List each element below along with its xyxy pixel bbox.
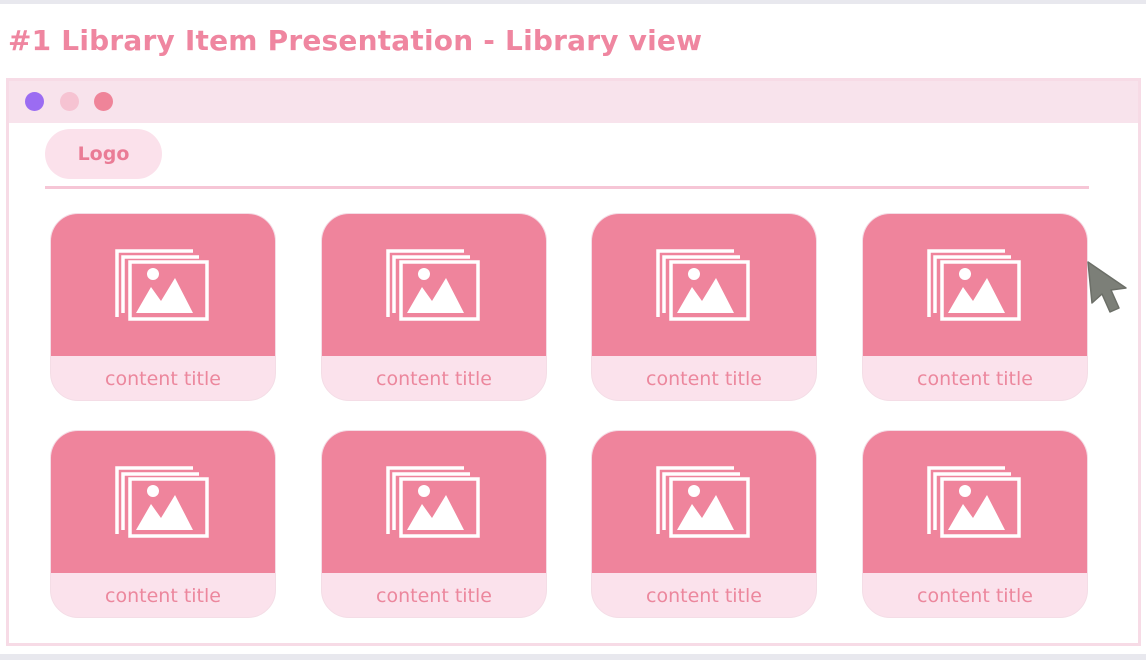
card-thumbnail bbox=[322, 431, 546, 573]
card-title: content title bbox=[105, 585, 221, 607]
card-title: content title bbox=[376, 585, 492, 607]
card-title: content title bbox=[105, 368, 221, 390]
image-gallery-icon bbox=[656, 249, 750, 321]
card-thumbnail bbox=[51, 431, 275, 573]
library-item-card[interactable]: content title bbox=[862, 213, 1088, 401]
library-item-card[interactable]: content title bbox=[862, 430, 1088, 618]
header-divider bbox=[45, 186, 1089, 189]
window-maximize-dot[interactable] bbox=[94, 92, 113, 111]
browser-window: Logo content title content title content t… bbox=[6, 78, 1141, 646]
card-thumbnail bbox=[592, 431, 816, 573]
image-gallery-icon bbox=[386, 466, 480, 538]
image-gallery-icon bbox=[115, 249, 209, 321]
window-close-dot[interactable] bbox=[25, 92, 44, 111]
mouse-cursor-icon bbox=[1087, 261, 1127, 313]
card-title: content title bbox=[917, 368, 1033, 390]
library-item-card[interactable]: content title bbox=[50, 213, 276, 401]
logo[interactable]: Logo bbox=[45, 129, 162, 179]
library-item-card[interactable]: content title bbox=[591, 430, 817, 618]
image-gallery-icon bbox=[656, 466, 750, 538]
card-thumbnail bbox=[592, 214, 816, 356]
card-thumbnail bbox=[863, 431, 1087, 573]
card-thumbnail bbox=[51, 214, 275, 356]
image-gallery-icon bbox=[927, 466, 1021, 538]
canvas: #1 Library Item Presentation - Library v… bbox=[0, 0, 1146, 660]
page-heading: #1 Library Item Presentation - Library v… bbox=[8, 24, 703, 57]
card-thumbnail bbox=[863, 214, 1087, 356]
image-gallery-icon bbox=[386, 249, 480, 321]
card-title: content title bbox=[917, 585, 1033, 607]
card-thumbnail bbox=[322, 214, 546, 356]
card-title: content title bbox=[376, 368, 492, 390]
window-titlebar bbox=[9, 81, 1138, 123]
card-title: content title bbox=[646, 368, 762, 390]
library-item-card[interactable]: content title bbox=[321, 430, 547, 618]
card-title: content title bbox=[646, 585, 762, 607]
image-gallery-icon bbox=[927, 249, 1021, 321]
library-item-card[interactable]: content title bbox=[50, 430, 276, 618]
library-item-card[interactable]: content title bbox=[591, 213, 817, 401]
image-gallery-icon bbox=[115, 466, 209, 538]
window-minimize-dot[interactable] bbox=[60, 92, 79, 111]
library-item-card[interactable]: content title bbox=[321, 213, 547, 401]
